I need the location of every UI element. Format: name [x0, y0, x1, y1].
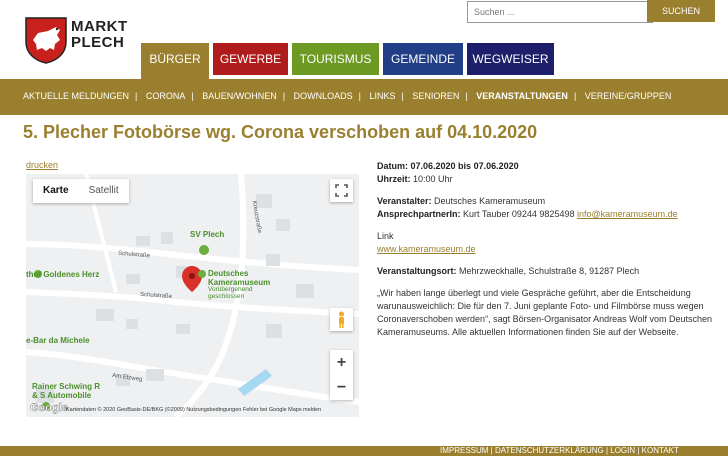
- map-label-hof: thof Goldenes Herz: [26, 270, 100, 279]
- print-link[interactable]: drucken: [26, 160, 58, 170]
- venue-label: Veranstaltungsort:: [377, 266, 457, 276]
- logo-line-1: MARKT: [71, 18, 128, 35]
- subnav-senioren[interactable]: SENIOREN: [412, 91, 459, 101]
- fullscreen-icon: [335, 184, 348, 197]
- venue-value: Mehrzweckhalle, Schulstraße 8, 91287 Ple…: [459, 266, 640, 276]
- map-attribution[interactable]: Kartendaten © 2020 GeoBasis-DE/BKG (©200…: [66, 407, 321, 413]
- map-label-museum-1: Deutsches: [208, 269, 249, 278]
- map-label-museum-status-2: geschlossen: [208, 293, 245, 300]
- page-title: 5. Plecher Fotobörse wg. Corona verschob…: [23, 122, 538, 142]
- organizer-label: Veranstalter:: [377, 196, 432, 206]
- zoom-in-button[interactable]: +: [330, 350, 353, 375]
- event-details: Datum: 07.06.2020 bis 07.06.2020 Uhrzeit…: [377, 160, 717, 339]
- fullscreen-button[interactable]: [330, 179, 353, 202]
- time-label: Uhrzeit:: [377, 174, 411, 184]
- tab-tourismus[interactable]: TOURISMUS: [292, 43, 379, 75]
- map-label-bar: e-Bar da Michele: [26, 336, 90, 345]
- email-link[interactable]: info@kameramuseum.de: [577, 209, 678, 219]
- site-logo[interactable]: MARKT PLECH: [24, 16, 127, 64]
- website-link[interactable]: www.kameramuseum.de: [377, 244, 476, 254]
- coat-of-arms-icon: [25, 17, 67, 64]
- organizer-row: Veranstalter: Deutsches Kameramuseum: [377, 195, 717, 208]
- subnav-links[interactable]: LINKS: [370, 91, 396, 101]
- tab-gewerbe[interactable]: GEWERBE: [213, 43, 288, 75]
- logo-text: MARKT PLECH: [71, 19, 128, 51]
- map-label-sv-plech: SV Plech: [190, 230, 225, 239]
- time-row: Uhrzeit: 10:00 Uhr: [377, 173, 717, 186]
- date-label: Datum:: [377, 161, 408, 171]
- event-description: „Wir haben lange überlegt und viele Gesp…: [377, 288, 713, 337]
- tab-gemeinde[interactable]: GEMEINDE: [383, 43, 463, 75]
- sub-nav: AKTUELLE MELDUNGEN | CORONA | BAUEN/WOHNEN…: [0, 79, 728, 115]
- street-view-button[interactable]: [330, 308, 353, 331]
- map-label-museum-status-1: Vorübergehend: [208, 286, 253, 293]
- map-type-switch: Karte Satellit: [33, 179, 129, 203]
- link-label: Link: [377, 231, 394, 241]
- map-label-schwing-2: & S Automobile: [32, 391, 92, 400]
- date-value: 07.06.2020 bis 07.06.2020: [410, 161, 519, 171]
- map-canvas[interactable]: [26, 174, 359, 417]
- map-type-karte[interactable]: Karte: [33, 179, 79, 203]
- zoom-out-button[interactable]: −: [330, 375, 353, 400]
- subnav-veranstaltungen[interactable]: VERANSTALTUNGEN: [476, 91, 568, 101]
- contact-label: AnsprechpartnerIn:: [377, 209, 461, 219]
- time-value: 10:00 Uhr: [413, 174, 453, 184]
- search-button[interactable]: SUCHEN: [647, 0, 715, 22]
- search-input[interactable]: [467, 1, 653, 23]
- subnav-corona[interactable]: CORONA: [146, 91, 186, 101]
- map-label-schwing-1: Rainer Schwing R: [32, 382, 101, 391]
- footer-links[interactable]: IMPRESSUM | DATENSCHUTZERKLÄRUNG | LOGIN…: [440, 446, 679, 456]
- contact-value: Kurt Tauber 09244 9825498: [463, 209, 575, 219]
- map-embed[interactable]: SV Plech Deutsches Kameramuseum Vorüberg…: [26, 174, 359, 417]
- logo-line-2: PLECH: [71, 34, 125, 51]
- subnav-aktuelle-meldungen[interactable]: AKTUELLE MELDUNGEN: [23, 91, 129, 101]
- venue-row: Veranstaltungsort: Mehrzweckhalle, Schul…: [377, 265, 717, 278]
- date-row: Datum: 07.06.2020 bis 07.06.2020: [377, 160, 717, 173]
- zoom-controls: + −: [330, 350, 353, 400]
- google-logo: Google: [30, 402, 68, 414]
- subnav-bauen-wohnen[interactable]: BAUEN/WOHNEN: [202, 91, 277, 101]
- organizer-value: Deutsches Kameramuseum: [434, 196, 546, 206]
- tab-buerger[interactable]: BÜRGER: [141, 43, 209, 79]
- subnav-vereine-gruppen[interactable]: VEREINE/GRUPPEN: [585, 91, 672, 101]
- pegman-icon: [339, 311, 344, 328]
- map-type-satellit[interactable]: Satellit: [79, 179, 129, 203]
- tab-wegweiser[interactable]: WEGWEISER: [467, 43, 554, 75]
- subnav-downloads[interactable]: DOWNLOADS: [294, 91, 353, 101]
- contact-row: AnsprechpartnerIn: Kurt Tauber 09244 982…: [377, 208, 717, 221]
- footer: IMPRESSUM | DATENSCHUTZERKLÄRUNG | LOGIN…: [0, 446, 728, 456]
